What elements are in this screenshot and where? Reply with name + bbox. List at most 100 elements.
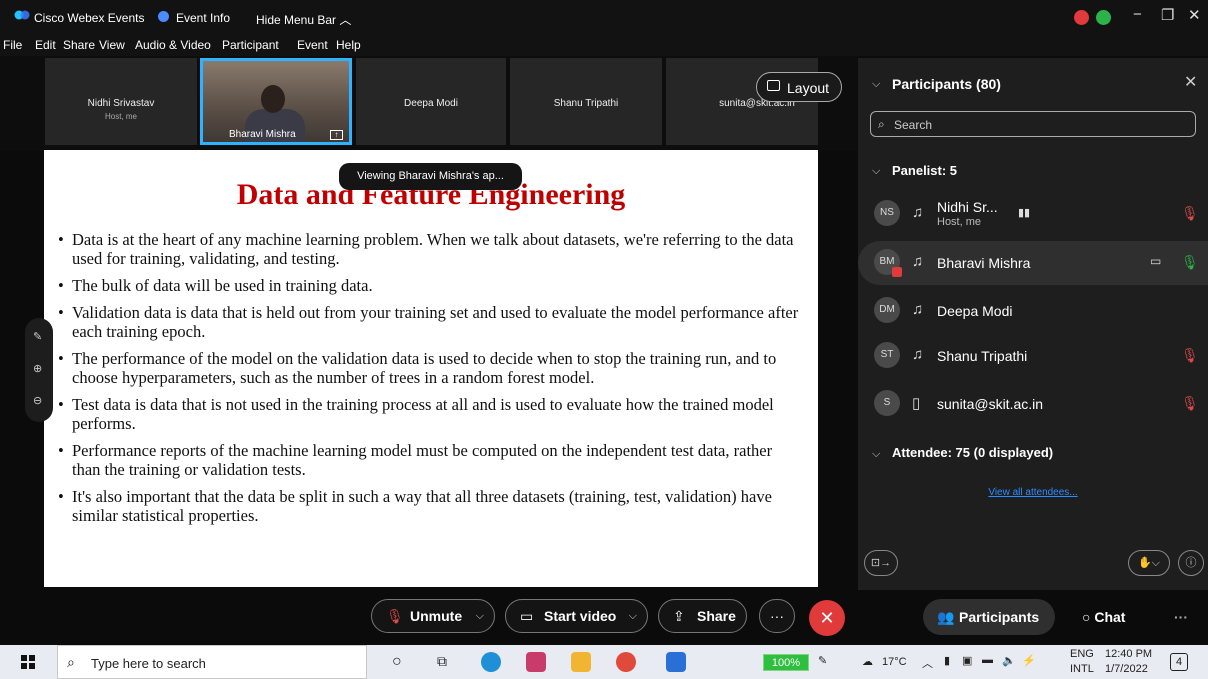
menu-file[interactable]: File bbox=[3, 38, 22, 52]
close-button[interactable]: ✕ bbox=[1188, 6, 1201, 24]
chevron-down-icon[interactable]: ⌵ bbox=[872, 165, 880, 178]
muted-mic-icon[interactable]: 🎙 bbox=[1181, 395, 1199, 412]
mic-on-icon[interactable]: 🎙 bbox=[1181, 254, 1199, 271]
tile-role: Host, me bbox=[104, 112, 137, 121]
slide-bullet: Test data is data that is not used in th… bbox=[58, 395, 803, 433]
avatar: NS bbox=[874, 200, 900, 226]
layout-button[interactable]: Layout bbox=[756, 72, 842, 102]
muted-mic-icon[interactable]: 🎙 bbox=[1181, 347, 1199, 364]
notifications-icon[interactable]: 4 bbox=[1170, 653, 1188, 671]
participant-row[interactable]: ST ♫ Shanu Tripathi 🎙 bbox=[858, 334, 1208, 378]
minimize-button[interactable]: − bbox=[1133, 6, 1142, 23]
chat-tab[interactable]: ○ Chat bbox=[1082, 599, 1162, 635]
menu-event[interactable]: Event bbox=[297, 38, 328, 52]
video-off-icon: ▭ bbox=[520, 608, 534, 624]
battery-indicator[interactable]: 100% bbox=[763, 654, 809, 671]
video-tile[interactable]: Shanu Tripathi bbox=[510, 58, 662, 145]
temperature[interactable]: 17°C bbox=[882, 656, 907, 668]
view-all-attendees-link[interactable]: View all attendees... bbox=[858, 487, 1208, 498]
taskbar-search-placeholder: Type here to search bbox=[91, 656, 206, 671]
menu-participant[interactable]: Participant bbox=[222, 38, 279, 52]
participants-tab[interactable]: 👥 Participants bbox=[923, 599, 1055, 635]
muted-mic-icon[interactable]: 🎙 bbox=[1181, 205, 1199, 222]
video-strip: Nidhi Srivastav Host, me Bharavi Mishra … bbox=[0, 56, 858, 151]
tile-name: Shanu Tripathi bbox=[553, 98, 619, 109]
menu-help[interactable]: Help bbox=[336, 38, 361, 52]
hide-menu-bar-button[interactable]: Hide Menu Bar ︿ bbox=[256, 11, 351, 28]
unmute-button[interactable]: 🎙 Unmute ⌵ bbox=[371, 599, 495, 633]
start-video-button[interactable]: ▭ Start video ⌵ bbox=[505, 599, 648, 633]
participant-name: sunita@skit.ac.in bbox=[937, 396, 1044, 412]
network-tray-icon[interactable]: ▮ bbox=[944, 654, 950, 667]
leave-button[interactable]: ✕ bbox=[809, 600, 845, 636]
avatar: ST bbox=[874, 342, 900, 368]
file-explorer-icon[interactable] bbox=[571, 652, 591, 672]
participants-tab-label: Participants bbox=[959, 609, 1040, 625]
language-bottom[interactable]: INTL bbox=[1070, 663, 1094, 675]
menu-view[interactable]: View bbox=[99, 38, 125, 52]
power-icon[interactable]: ⚡ bbox=[1022, 654, 1036, 667]
share-button[interactable]: ⇪ Share bbox=[658, 599, 747, 633]
cortana-icon[interactable]: ○ bbox=[392, 653, 402, 671]
active-video-tile[interactable]: Bharavi Mishra ↑ bbox=[200, 58, 352, 145]
edge-icon[interactable] bbox=[481, 652, 501, 672]
pen-icon[interactable]: ✎ bbox=[818, 654, 827, 667]
participants-panel: ⌵ Participants (80) ✕ ⌕ Search ⌵ Panelis… bbox=[858, 58, 1208, 590]
recording-icon[interactable] bbox=[1074, 10, 1089, 25]
chevron-down-icon[interactable]: ⌵ bbox=[872, 448, 880, 461]
zoom-in-icon[interactable]: ⊕ bbox=[33, 362, 42, 375]
chrome-icon[interactable] bbox=[616, 652, 636, 672]
participant-name: Shanu Tripathi bbox=[937, 348, 1028, 364]
restore-button[interactable]: ❐ bbox=[1161, 6, 1174, 24]
video-tile[interactable]: Deepa Modi bbox=[356, 58, 506, 145]
participant-name: Nidhi Sr... bbox=[937, 199, 998, 215]
windows-start-icon[interactable] bbox=[21, 655, 35, 669]
event-info-icon bbox=[158, 11, 169, 22]
unmute-label: Unmute bbox=[410, 608, 463, 624]
participant-row[interactable]: NS ♫ Nidhi Sr... Host, me ▮▮ 🎙 bbox=[858, 192, 1208, 236]
avatar: BM bbox=[874, 249, 902, 277]
more-panels-button[interactable]: ··· bbox=[1174, 599, 1194, 635]
chevron-down-icon[interactable]: ⌵ bbox=[629, 600, 637, 632]
panelist-header: Panelist: 5 bbox=[892, 163, 958, 178]
store-icon[interactable] bbox=[526, 652, 546, 672]
expand-panel-button[interactable]: ⊡→ bbox=[864, 550, 898, 576]
menu-audio-video[interactable]: Audio & Video bbox=[135, 38, 211, 52]
network-health-icon[interactable] bbox=[1096, 10, 1111, 25]
volume-icon[interactable]: 🔈 bbox=[1002, 654, 1016, 667]
webex-taskbar-icon[interactable] bbox=[666, 652, 686, 672]
annotate-icon[interactable]: ✎ bbox=[33, 330, 42, 343]
menu-share[interactable]: Share bbox=[63, 38, 95, 52]
task-view-icon[interactable]: ⧉ bbox=[437, 653, 447, 670]
menu-edit[interactable]: Edit bbox=[35, 38, 56, 52]
clock-date[interactable]: 1/7/2022 bbox=[1105, 663, 1148, 675]
chevron-up-icon[interactable]: ︿ bbox=[922, 655, 933, 671]
avatar: DM bbox=[874, 297, 900, 323]
info-icon[interactable]: ⓘ bbox=[1178, 550, 1204, 576]
participant-row[interactable]: BM ♫ Bharavi Mishra ▭ 🎙 bbox=[858, 241, 1208, 285]
viewing-toast: Viewing Bharavi Mishra's ap... bbox=[339, 163, 522, 190]
raise-hand-button[interactable]: ✋⌵ bbox=[1128, 550, 1170, 576]
taskbar-search-input[interactable]: ⌕ Type here to search bbox=[57, 645, 367, 679]
search-input[interactable]: ⌕ Search bbox=[870, 111, 1196, 137]
chevron-down-icon[interactable]: ⌵ bbox=[476, 600, 484, 632]
more-options-button[interactable]: ··· bbox=[759, 599, 795, 633]
battery-tray-icon[interactable]: ▬ bbox=[982, 654, 993, 666]
participant-row[interactable]: S ▯ sunita@skit.ac.in 🎙 bbox=[858, 382, 1208, 426]
close-icon[interactable]: ✕ bbox=[1184, 72, 1197, 92]
participants-icon: 👥 bbox=[937, 609, 955, 625]
clock-time[interactable]: 12:40 PM bbox=[1105, 648, 1152, 660]
participant-row[interactable]: DM ♫ Deepa Modi bbox=[858, 289, 1208, 333]
tray-app-icon[interactable]: ▣ bbox=[962, 654, 972, 667]
slide-bullet: It's also important that the data be spl… bbox=[58, 487, 803, 525]
video-tile[interactable]: Nidhi Srivastav Host, me bbox=[45, 58, 197, 145]
language-top[interactable]: ENG bbox=[1070, 648, 1094, 660]
share-label: Share bbox=[697, 608, 736, 624]
chevron-down-icon[interactable]: ⌵ bbox=[872, 78, 880, 91]
panel-title: Participants (80) bbox=[892, 76, 1001, 92]
weather-icon[interactable]: ☁ bbox=[862, 655, 873, 668]
event-info-button[interactable]: Event Info bbox=[176, 11, 230, 25]
layout-label: Layout bbox=[787, 80, 830, 96]
zoom-out-icon[interactable]: ⊖ bbox=[33, 394, 42, 407]
share-indicator-icon: ↑ bbox=[330, 130, 343, 140]
